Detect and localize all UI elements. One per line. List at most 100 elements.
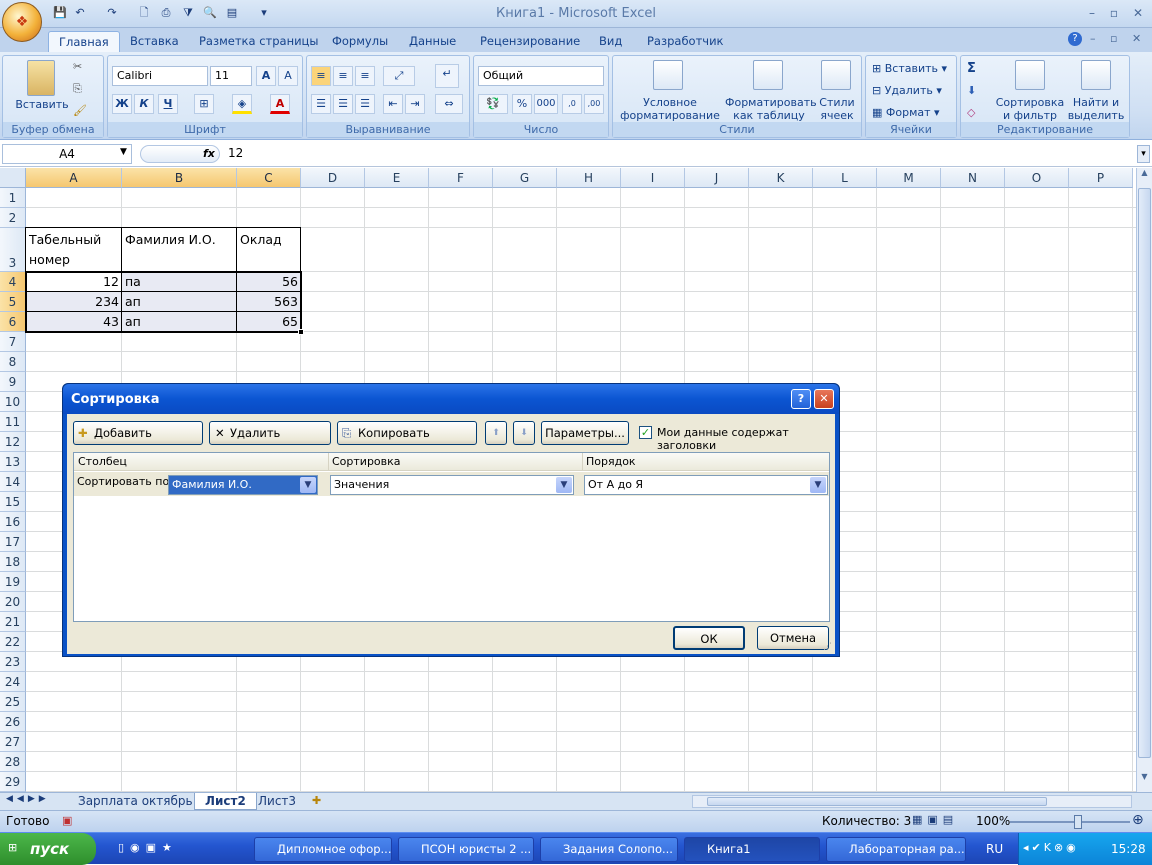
currency-icon[interactable]: 💱 [478, 94, 508, 114]
copy-level-button[interactable]: ⎘ Копировать уровень [337, 421, 477, 462]
data-cell-a[interactable]: 12 [26, 272, 122, 292]
order-select[interactable]: От А до Я ▼ [584, 475, 828, 495]
formula-input[interactable]: 12 [228, 146, 243, 160]
expand-formula-icon[interactable]: ▾ [1137, 145, 1150, 163]
format-as-table-icon[interactable] [753, 60, 783, 90]
clear-icon[interactable]: ◇ [967, 106, 975, 119]
shrink-font-button[interactable]: A [278, 66, 298, 86]
chevron-down-icon[interactable]: ▼ [556, 477, 572, 493]
taskbar-item-4[interactable]: Книга1 [684, 837, 820, 862]
column-select[interactable]: Фамилия И.О. ▼ [168, 475, 318, 495]
maximize-icon[interactable]: ▫ [1106, 6, 1122, 20]
sort-filter-button[interactable]: Сортировка и фильтр [995, 96, 1065, 122]
form-icon[interactable]: ▤ [224, 5, 240, 21]
column-header-e[interactable]: E [365, 168, 429, 188]
insert-function-button[interactable]: fx [203, 147, 215, 160]
font-color-button[interactable]: A [270, 94, 290, 114]
merge-center-icon[interactable]: ⇔ [435, 94, 463, 114]
align-left-icon[interactable]: ☰ [311, 94, 331, 114]
column-header-b[interactable]: B [122, 168, 237, 188]
scroll-up-icon[interactable]: ▲ [1138, 168, 1151, 184]
row-header-13[interactable]: 13 [0, 452, 26, 472]
cell-styles-icon[interactable] [821, 60, 851, 90]
quick-launch-icons[interactable]: ▯◉▣★ [118, 841, 178, 854]
delete-level-button[interactable]: ✕ Удалить уровень [209, 421, 331, 462]
taskbar-item-1[interactable]: Дипломное офор... [254, 837, 392, 862]
orientation-icon[interactable]: ⤢ [383, 66, 415, 86]
paste-icon[interactable] [27, 60, 55, 96]
dialog-help-button[interactable]: ? [791, 389, 811, 409]
tray-icons[interactable]: ◂✔K⊗◉ [1023, 841, 1079, 854]
cut-icon[interactable]: ✂ [73, 60, 82, 73]
ribbon-restore-icon[interactable]: ▫ [1110, 32, 1117, 45]
row-header-3[interactable]: 3 [0, 228, 26, 272]
row-header-24[interactable]: 24 [0, 672, 26, 692]
row-header-14[interactable]: 14 [0, 472, 26, 492]
column-header-o[interactable]: O [1005, 168, 1069, 188]
sort-level-row[interactable]: Сортировать по Фамилия И.О. ▼ Значения ▼… [74, 472, 829, 496]
align-bottom-icon[interactable]: ≡ [355, 66, 375, 86]
horizontal-scrollbar[interactable] [692, 795, 1132, 808]
row-header-12[interactable]: 12 [0, 432, 26, 452]
row-header-29[interactable]: 29 [0, 772, 26, 792]
autosum-button[interactable]: Σ [967, 62, 976, 75]
column-header-i[interactable]: I [621, 168, 685, 188]
print-preview-icon[interactable]: 🔍 [202, 5, 218, 21]
bold-button[interactable]: Ж [112, 94, 132, 114]
tab-view[interactable]: Вид [589, 31, 632, 52]
undo-icon[interactable]: ↶ [72, 5, 88, 21]
sort-filter-icon[interactable] [1015, 60, 1045, 90]
row-header-17[interactable]: 17 [0, 532, 26, 552]
row-header-9[interactable]: 9 [0, 372, 26, 392]
chevron-down-icon[interactable]: ▼ [300, 477, 316, 493]
row-header-19[interactable]: 19 [0, 572, 26, 592]
add-level-button[interactable]: ✚ Добавить уровень [73, 421, 203, 462]
column-header-h[interactable]: H [557, 168, 621, 188]
fill-icon[interactable]: ⬇ [967, 84, 976, 97]
header-cell-b[interactable]: Фамилия И.О. [122, 230, 237, 250]
header-cell-c[interactable]: Оклад [237, 230, 301, 250]
row-header-23[interactable]: 23 [0, 652, 26, 672]
grow-font-button[interactable]: A [256, 66, 276, 86]
tab-home[interactable]: Главная [48, 31, 120, 52]
decrease-indent-icon[interactable]: ⇤ [383, 94, 403, 114]
row-header-5[interactable]: 5 [0, 292, 26, 312]
row-header-21[interactable]: 21 [0, 612, 26, 632]
redo-icon[interactable]: ↷ [104, 5, 120, 21]
help-icon[interactable]: ? [1068, 32, 1082, 46]
header-cell-a-line2[interactable]: номер [26, 250, 122, 270]
column-header-g[interactable]: G [493, 168, 557, 188]
column-header-c[interactable]: C [237, 168, 301, 188]
row-header-20[interactable]: 20 [0, 592, 26, 612]
sort-on-select[interactable]: Значения ▼ [330, 475, 574, 495]
zoom-in-icon[interactable]: ⊕ [1132, 812, 1144, 828]
print-icon[interactable]: ⎙ [158, 5, 174, 21]
conditional-formatting-button[interactable]: Условное форматирование [615, 96, 725, 122]
borders-icon[interactable]: ⊞ [194, 94, 214, 114]
column-header-a[interactable]: A [26, 168, 122, 188]
find-select-button[interactable]: Найти и выделить [1065, 96, 1127, 122]
row-header-8[interactable]: 8 [0, 352, 26, 372]
taskbar-item-3[interactable]: Задания Солопо... [540, 837, 678, 862]
ok-button[interactable]: ОК [673, 626, 745, 650]
wrap-text-icon[interactable]: ↵ [435, 64, 459, 88]
vertical-scrollbar[interactable]: ▲ ▼ [1136, 168, 1152, 792]
resize-grip-icon[interactable]: ⋰ [823, 642, 832, 652]
sheet-tab-3[interactable]: Лист3 [248, 793, 306, 810]
format-cells-button[interactable]: ▦ Формат ▾ [872, 106, 952, 119]
format-painter-icon[interactable]: 🖌 [73, 104, 87, 117]
data-cell-b[interactable]: ап [122, 292, 237, 312]
vertical-scroll-thumb[interactable] [1138, 188, 1151, 758]
taskbar-item-5[interactable]: Лабораторная ра... [826, 837, 966, 862]
delete-cells-button[interactable]: ⊟ Удалить ▾ [872, 84, 952, 97]
cell-styles-button[interactable]: Стили ячеек [815, 96, 859, 122]
font-size-box[interactable]: 11 [210, 66, 252, 86]
thousands-button[interactable]: 000 [534, 94, 558, 114]
column-header-p[interactable]: P [1069, 168, 1133, 188]
data-cell-c[interactable]: 563 [237, 292, 301, 312]
row-header-15[interactable]: 15 [0, 492, 26, 512]
close-icon[interactable]: ✕ [1130, 6, 1146, 20]
row-header-28[interactable]: 28 [0, 752, 26, 772]
filter-icon[interactable]: ⧩ [180, 5, 196, 21]
zoom-slider-thumb[interactable] [1074, 815, 1082, 829]
